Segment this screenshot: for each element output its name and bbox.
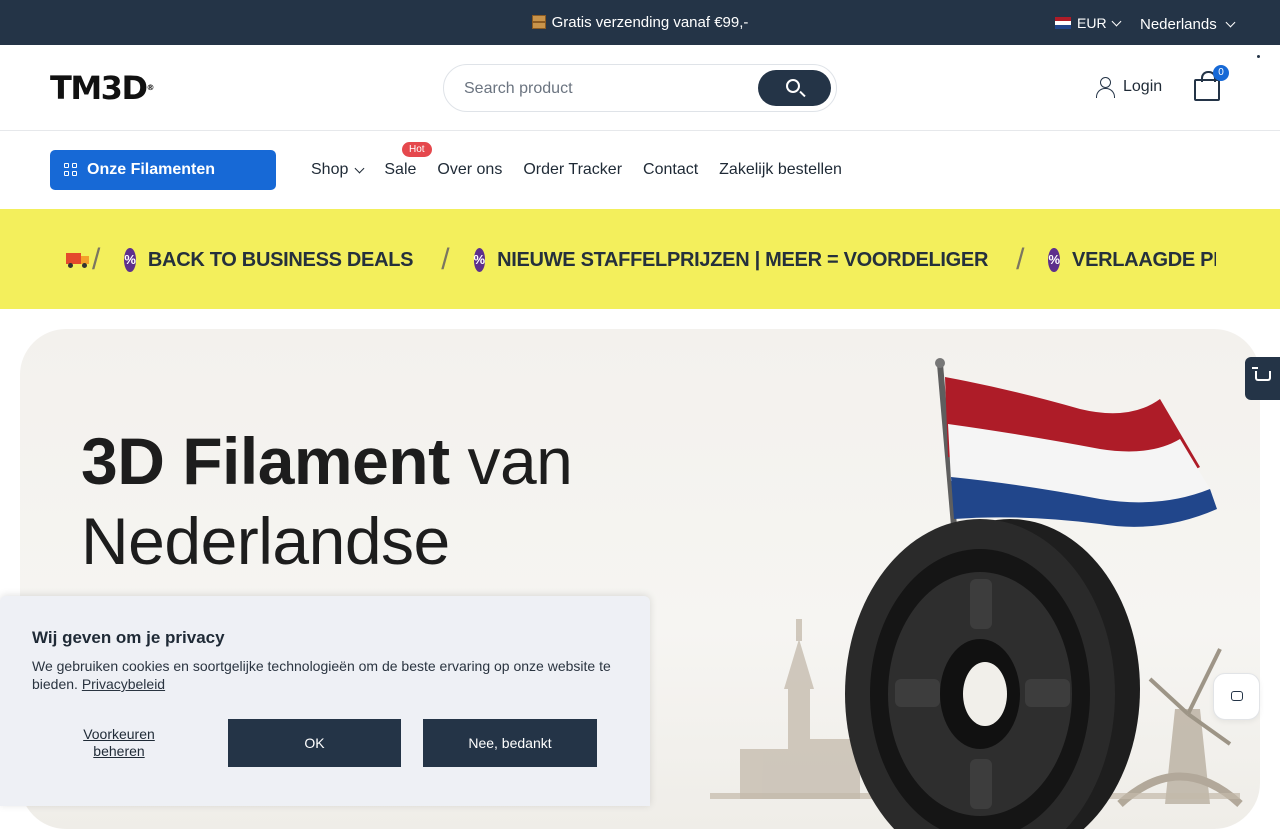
- marquee-deal: BACK TO BUSINESS DEALS: [147, 248, 414, 271]
- search-input[interactable]: [464, 77, 754, 101]
- logo-text: TM3D: [50, 69, 148, 107]
- dutch-flag-icon: [1055, 17, 1071, 29]
- cookie-title: Wij geven om je privacy: [32, 628, 225, 647]
- marquee-track: / % BACK TO BUSINESS DEALS / % NIEUWE ST…: [66, 246, 1216, 274]
- marquee-deal: VERLAAGDE PRIJZEN: [1072, 248, 1216, 271]
- manage-preferences-link[interactable]: Voorkeuren beheren: [66, 726, 172, 760]
- marquee-separator: /: [92, 246, 101, 274]
- currency-label: EUR: [1077, 15, 1107, 31]
- chat-bubble-icon: [1231, 691, 1243, 701]
- login-link[interactable]: Login: [1096, 77, 1163, 98]
- chevron-down-icon: [354, 163, 365, 173]
- church-tower-illustration: [740, 619, 860, 799]
- ok-button[interactable]: OK: [228, 719, 401, 767]
- discount-icon: %: [124, 248, 136, 272]
- filament-categories-label: Onze Filamenten: [87, 161, 216, 178]
- main-navigation: Onze Filamenten Hot Shop Sale Over ons O…: [0, 131, 1280, 209]
- search-button[interactable]: [758, 70, 831, 106]
- filament-categories-button[interactable]: Onze Filamenten: [50, 150, 276, 190]
- nav-order-tracker[interactable]: Order Tracker: [523, 161, 622, 179]
- floating-cart-button[interactable]: [1245, 357, 1280, 400]
- site-logo[interactable]: TM3D®: [50, 71, 155, 105]
- nav-links: Shop Sale Over ons Order Tracker Contact…: [311, 161, 842, 179]
- hot-badge: Hot: [402, 142, 432, 157]
- logo-registered-mark: ®: [146, 83, 155, 92]
- search-bar: [443, 64, 837, 112]
- site-header: TM3D® Login 0: [0, 45, 1280, 131]
- nav-order-tracker-label: Order Tracker: [523, 161, 623, 178]
- nav-over-ons-label: Over ons: [437, 161, 503, 178]
- nav-shop[interactable]: Shop: [311, 161, 365, 179]
- deals-marquee: / % BACK TO BUSINESS DEALS / % NIEUWE ST…: [0, 209, 1280, 309]
- chevron-down-icon: [1225, 17, 1236, 28]
- cart-count-badge: 0: [1213, 65, 1229, 81]
- user-icon: [1096, 77, 1115, 98]
- nav-sale-label: Sale: [384, 161, 417, 178]
- language-label: Nederlands: [1140, 16, 1217, 33]
- nav-contact[interactable]: Contact: [643, 161, 698, 179]
- currency-selector[interactable]: EUR: [1055, 15, 1122, 31]
- chevron-down-icon: [1111, 16, 1122, 26]
- shipping-promo-text: Gratis verzending vanaf €99,-: [551, 14, 749, 31]
- hero-title-bold: 3D Filament: [81, 424, 450, 498]
- filament-spool-illustration: [845, 519, 1140, 829]
- nav-sale[interactable]: Sale: [384, 161, 416, 179]
- nav-contact-label: Contact: [643, 161, 699, 178]
- hero-illustration: [710, 358, 1243, 829]
- announcement-bar: Gratis verzending vanaf €99,- EUR Nederl…: [0, 0, 1280, 45]
- grid-icon: [64, 163, 78, 177]
- search-icon: [786, 79, 800, 93]
- privacy-policy-link[interactable]: Privacybeleid: [82, 676, 165, 692]
- cart-icon: [1252, 367, 1271, 381]
- login-label: Login: [1123, 78, 1163, 95]
- nav-shop-label: Shop: [311, 161, 349, 178]
- language-selector[interactable]: Nederlands: [1140, 16, 1236, 33]
- chat-widget-button[interactable]: [1213, 673, 1260, 720]
- hero-title-line-2: Nederlandse: [81, 504, 450, 578]
- cookie-consent-banner: Wij geven om je privacy We gebruiken coo…: [0, 596, 650, 806]
- discount-icon: %: [473, 248, 486, 272]
- cart-button[interactable]: 0: [1192, 65, 1229, 103]
- discount-icon: %: [1048, 248, 1061, 272]
- cookie-text: We gebruiken cookies en soortgelijke tec…: [32, 657, 632, 693]
- marquee-separator: /: [441, 246, 450, 274]
- nav-zakelijk-label: Zakelijk bestellen: [719, 161, 842, 178]
- marquee-deal: NIEUWE STAFFELPRIJZEN | MEER = VOORDELIG…: [497, 248, 989, 271]
- package-icon: [531, 15, 546, 29]
- nav-zakelijk-bestellen[interactable]: Zakelijk bestellen: [719, 161, 842, 179]
- shopping-bag-icon: [1194, 71, 1220, 101]
- nav-over-ons[interactable]: Over ons: [437, 161, 502, 179]
- decline-button[interactable]: Nee, bedankt: [423, 719, 597, 767]
- marquee-separator: /: [1016, 246, 1025, 274]
- hero-title-rest: van: [467, 424, 573, 498]
